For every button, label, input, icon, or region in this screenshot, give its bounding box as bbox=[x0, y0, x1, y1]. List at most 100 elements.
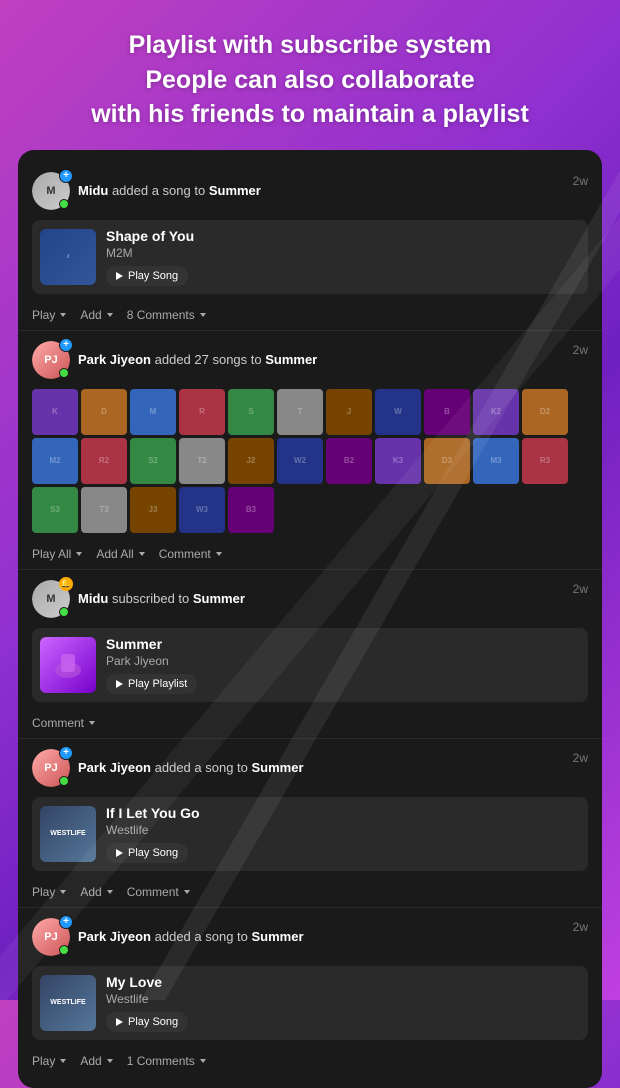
add-action-1[interactable]: Add bbox=[80, 308, 112, 322]
comment-action-2[interactable]: Comment bbox=[159, 547, 222, 561]
play-all-label: Play All bbox=[32, 547, 71, 561]
header-line3: with his friends to maintain a playlist bbox=[91, 100, 529, 128]
comment-action-4[interactable]: Comment bbox=[127, 885, 190, 899]
song-info-5: My Love Westlife Play Song bbox=[106, 974, 580, 1032]
play-action-4[interactable]: Play bbox=[32, 885, 66, 899]
play-icon-1 bbox=[116, 272, 123, 280]
comment-label-2: Comment bbox=[159, 547, 211, 561]
song-card-1: ♪ Shape of You M2M Play Song bbox=[32, 220, 588, 294]
song-info-4: If I Let You Go Westlife Play Song bbox=[106, 805, 580, 863]
avatar-park-2: PJ + bbox=[32, 749, 70, 787]
play-label-4: Play bbox=[32, 885, 55, 899]
album-thumb-1: D bbox=[81, 389, 127, 435]
feed-item-5: PJ + Park Jiyeon added a song to Summer … bbox=[18, 908, 602, 1076]
feed-item-4: PJ + Park Jiyeon added a song to Summer … bbox=[18, 739, 602, 908]
comment-label-4: Comment bbox=[127, 885, 179, 899]
album-thumb-21: R3 bbox=[522, 438, 568, 484]
feed-time-4: 2w bbox=[573, 751, 588, 765]
feed-target-2: Summer bbox=[265, 352, 317, 367]
play-action-5[interactable]: Play bbox=[32, 1054, 66, 1068]
notif-badge: 🔔 bbox=[59, 577, 73, 591]
album-grid: KDMRSTJWBK2D2M2R2S2T2J2W2B2K3D3M3R3S3T3J… bbox=[32, 389, 588, 533]
feed-action-3: subscribed to bbox=[112, 591, 193, 606]
feed-time-5: 2w bbox=[573, 920, 588, 934]
comment-label-3: Comment bbox=[32, 716, 84, 730]
song-thumb-4: WESTLIFE bbox=[40, 806, 96, 862]
feed-target-1: Summer bbox=[209, 183, 261, 198]
comments-action-1[interactable]: 8 Comments bbox=[127, 308, 206, 322]
feed-user-4: Park Jiyeon bbox=[78, 760, 151, 775]
album-thumb-23: T3 bbox=[81, 487, 127, 533]
feed-description-3: Midu subscribed to Summer bbox=[78, 591, 565, 606]
add-label-5: Add bbox=[80, 1054, 101, 1068]
song-title-1: Shape of You bbox=[106, 228, 580, 244]
song-title-4: If I Let You Go bbox=[106, 805, 580, 821]
comments-action-5[interactable]: 1 Comments bbox=[127, 1054, 206, 1068]
play-action-1[interactable]: Play bbox=[32, 308, 66, 322]
play-chevron-4 bbox=[60, 890, 66, 894]
online-indicator-3 bbox=[59, 607, 69, 617]
feed-description-4: Park Jiyeon added a song to Summer bbox=[78, 760, 565, 775]
add-label-4: Add bbox=[80, 885, 101, 899]
add-all-action[interactable]: Add All bbox=[96, 547, 144, 561]
album-thumb-2: M bbox=[130, 389, 176, 435]
song-artist-5: Westlife bbox=[106, 992, 580, 1006]
album-thumb-8: B bbox=[424, 389, 470, 435]
action-bar-1: Play Add 8 Comments bbox=[32, 302, 588, 322]
play-chevron-5 bbox=[60, 1059, 66, 1063]
comment-chevron-4 bbox=[184, 890, 190, 894]
add-label-1: Add bbox=[80, 308, 101, 322]
song-title-5: My Love bbox=[106, 974, 580, 990]
comment-chevron-3 bbox=[89, 721, 95, 725]
header-line2: People can also collaborate bbox=[145, 66, 474, 94]
comments-chevron-1 bbox=[200, 313, 206, 317]
add-badge-2: + bbox=[59, 338, 73, 352]
add-chevron-4 bbox=[107, 890, 113, 894]
feed-action-5: added a song to bbox=[155, 929, 252, 944]
avatar-midu-2: M 🔔 bbox=[32, 580, 70, 618]
album-thumb-22: S3 bbox=[32, 487, 78, 533]
action-bar-5: Play Add 1 Comments bbox=[32, 1048, 588, 1068]
add-action-4[interactable]: Add bbox=[80, 885, 112, 899]
feed-action-4: added a song to bbox=[155, 760, 252, 775]
song-card-4: WESTLIFE If I Let You Go Westlife Play S… bbox=[32, 797, 588, 871]
play-playlist-button[interactable]: Play Playlist bbox=[106, 674, 197, 694]
album-thumb-13: S2 bbox=[130, 438, 176, 484]
play-all-chevron bbox=[76, 552, 82, 556]
album-thumb-5: T bbox=[277, 389, 323, 435]
comments-chevron-5 bbox=[200, 1059, 206, 1063]
add-action-5[interactable]: Add bbox=[80, 1054, 112, 1068]
album-thumb-24: J3 bbox=[130, 487, 176, 533]
song-card-5: WESTLIFE My Love Westlife Play Song bbox=[32, 966, 588, 1040]
playlist-thumb bbox=[40, 637, 96, 693]
song-thumb-1: ♪ bbox=[40, 229, 96, 285]
play-song-button-1[interactable]: Play Song bbox=[106, 266, 188, 286]
play-song-button-5[interactable]: Play Song bbox=[106, 1012, 188, 1032]
album-thumb-26: B3 bbox=[228, 487, 274, 533]
playlist-info: Summer Park Jiyeon Play Playlist bbox=[106, 636, 580, 694]
play-song-label-5: Play Song bbox=[128, 1016, 178, 1028]
header-line1: Playlist with subscribe system bbox=[129, 31, 492, 59]
avatar-midu-1: M + bbox=[32, 172, 70, 210]
play-all-action[interactable]: Play All bbox=[32, 547, 82, 561]
comments-label-5: 1 Comments bbox=[127, 1054, 195, 1068]
album-thumb-7: W bbox=[375, 389, 421, 435]
album-thumb-9: K2 bbox=[473, 389, 519, 435]
album-thumb-25: W3 bbox=[179, 487, 225, 533]
album-thumb-10: D2 bbox=[522, 389, 568, 435]
playlist-owner: Park Jiyeon bbox=[106, 654, 580, 668]
play-icon-5 bbox=[116, 1018, 123, 1026]
feed-target-5: Summer bbox=[251, 929, 303, 944]
play-icon-playlist bbox=[116, 680, 123, 688]
comment-chevron-2 bbox=[216, 552, 222, 556]
album-thumb-0: K bbox=[32, 389, 78, 435]
album-thumb-15: J2 bbox=[228, 438, 274, 484]
online-indicator-2 bbox=[59, 368, 69, 378]
comment-action-3[interactable]: Comment bbox=[32, 716, 95, 730]
play-song-button-4[interactable]: Play Song bbox=[106, 843, 188, 863]
feed-target-3: Summer bbox=[193, 591, 245, 606]
song-artist-1: M2M bbox=[106, 246, 580, 260]
album-thumb-11: M2 bbox=[32, 438, 78, 484]
action-bar-3: Comment bbox=[32, 710, 588, 730]
album-thumb-17: B2 bbox=[326, 438, 372, 484]
